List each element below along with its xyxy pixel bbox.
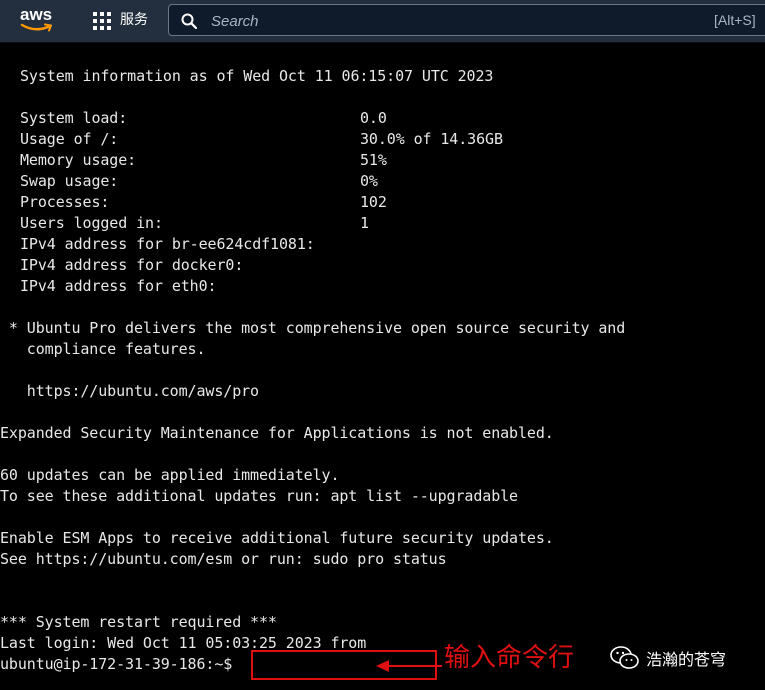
aws-top-navbar: aws 服务 [Alt+S] — [0, 0, 765, 43]
annotation-arrow-icon — [376, 660, 442, 672]
search-shortcut-hint: [Alt+S] — [714, 12, 756, 28]
stat-label: System load: — [20, 109, 128, 127]
restart-required-line: *** System restart required *** — [0, 613, 277, 631]
aws-smile-icon — [20, 23, 52, 32]
search-input[interactable] — [209, 10, 653, 32]
aws-logo[interactable]: aws — [20, 6, 56, 36]
search-box[interactable]: [Alt+S] — [168, 4, 765, 36]
ubuntu-pro-line: compliance features. — [0, 340, 206, 358]
esm-status-line: Expanded Security Maintenance for Applic… — [0, 424, 554, 442]
annotation-label: 输入命令行 — [444, 643, 575, 673]
esm-apps-line: See https://ubuntu.com/esm or run: sudo … — [0, 550, 447, 568]
stat-value: 102 — [360, 193, 387, 211]
services-menu-button[interactable]: 服务 — [120, 10, 148, 30]
stat-label: Memory usage: — [20, 151, 137, 169]
stat-value: 51% — [360, 151, 387, 169]
esm-apps-line: Enable ESM Apps to receive additional fu… — [0, 529, 554, 547]
stat-label: Users logged in: — [20, 214, 163, 232]
stat-label: IPv4 address for br-ee624cdf1081: — [20, 235, 315, 253]
ubuntu-pro-line: * Ubuntu Pro delivers the most comprehen… — [0, 319, 626, 337]
stat-label: Usage of /: — [20, 130, 119, 148]
terminal-output[interactable]: System information as of Wed Oct 11 06:1… — [0, 43, 765, 690]
aws-logo-text: aws — [20, 5, 53, 24]
stat-value: 0.0 — [360, 109, 387, 127]
stat-label: Processes: — [20, 193, 110, 211]
watermark-text: 浩瀚的苍穹 — [646, 650, 727, 669]
stat-label: Swap usage: — [20, 172, 119, 190]
stat-value: 1 — [360, 214, 369, 232]
services-grid-icon[interactable] — [93, 12, 111, 30]
updates-line: To see these additional updates run: apt… — [0, 487, 518, 505]
shell-prompt[interactable]: ubuntu@ip-172-31-39-186:~$ — [0, 654, 232, 674]
sysinfo-title: System information as of Wed Oct 11 06:1… — [20, 67, 494, 85]
ubuntu-pro-url: https://ubuntu.com/aws/pro — [0, 382, 259, 400]
stat-label: IPv4 address for docker0: — [20, 256, 244, 274]
search-icon — [181, 13, 197, 29]
wechat-icon — [610, 646, 639, 669]
stat-label: IPv4 address for eth0: — [20, 277, 217, 295]
updates-line: 60 updates can be applied immediately. — [0, 466, 340, 484]
stat-value: 0% — [360, 172, 378, 190]
stat-value: 30.0% of 14.36GB — [360, 130, 503, 148]
